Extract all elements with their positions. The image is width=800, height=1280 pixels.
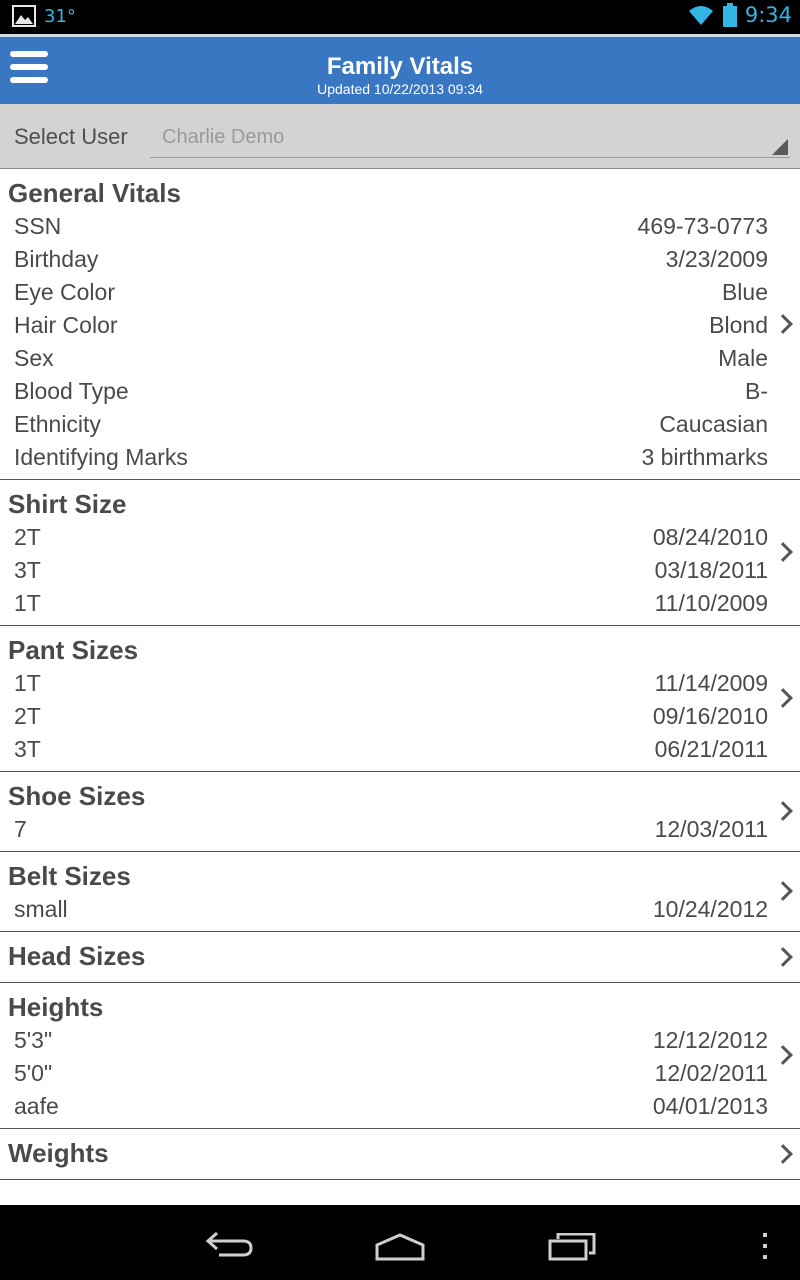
- vitals-row: Blood Type B-: [0, 375, 800, 408]
- vitals-row: 5'3" 12/12/2012: [0, 1024, 800, 1057]
- row-value: 11/14/2009: [654, 670, 768, 696]
- vitals-row: Eye Color Blue: [0, 276, 800, 309]
- overflow-menu-icon[interactable]: [760, 1233, 770, 1261]
- row-label: 1T: [14, 590, 41, 616]
- vitals-section[interactable]: Shoe Sizes 7 12/03/2011: [0, 772, 800, 852]
- vitals-row: 1T 11/14/2009: [0, 667, 800, 700]
- section-title: Belt Sizes: [8, 861, 131, 891]
- status-left: 31°: [12, 5, 76, 27]
- row-label: 3T: [14, 557, 41, 583]
- row-label: Blood Type: [14, 378, 129, 404]
- status-bar: 31° 9:34: [0, 0, 800, 34]
- section-title: Shirt Size: [8, 489, 127, 519]
- vitals-row: 5'0" 12/02/2011: [0, 1057, 800, 1090]
- section-title: General Vitals: [8, 178, 181, 208]
- vitals-row: Ethnicity Caucasian: [0, 408, 800, 441]
- row-label: Sex: [14, 345, 54, 371]
- section-title: Weights: [8, 1138, 109, 1168]
- vitals-row: Identifying Marks 3 birthmarks: [0, 441, 800, 474]
- section-title: Shoe Sizes: [8, 781, 146, 811]
- title-block: Family Vitals Updated 10/22/2013 09:34: [0, 53, 800, 97]
- vitals-section[interactable]: Belt Sizes small 10/24/2012: [0, 852, 800, 932]
- row-value: 12/02/2011: [654, 1060, 768, 1086]
- section-title: Heights: [8, 992, 104, 1022]
- row-label: 7: [14, 816, 27, 842]
- row-label: Ethnicity: [14, 411, 101, 437]
- row-label: Identifying Marks: [14, 444, 188, 470]
- row-label: 2T: [14, 703, 41, 729]
- row-value: B-: [745, 378, 768, 404]
- recents-icon[interactable]: [548, 1233, 596, 1261]
- home-icon[interactable]: [374, 1233, 426, 1261]
- vitals-section[interactable]: Shirt Size 2T 08/24/2010 3T 03/18/2011 1T 11/1…: [0, 480, 800, 626]
- section-title: Head Sizes: [8, 941, 146, 971]
- battery-icon: [722, 3, 737, 27]
- vitals-row: 1T 11/10/2009: [0, 587, 800, 620]
- row-value: Caucasian: [659, 411, 768, 437]
- select-user-bar: Select User Charlie Demo: [0, 104, 800, 169]
- select-user-label: Select User: [14, 124, 128, 149]
- row-label: Hair Color: [14, 312, 118, 338]
- row-value: 469-73-0773: [637, 213, 768, 239]
- row-label: Birthday: [14, 246, 99, 272]
- user-spinner[interactable]: Charlie Demo: [150, 116, 790, 158]
- spinner-arrow-icon: [772, 139, 788, 155]
- wifi-icon: [688, 6, 713, 25]
- row-value: Male: [718, 345, 768, 371]
- vitals-section[interactable]: General Vitals SSN 469-73-0773 Birthday 3/23…: [0, 169, 800, 480]
- row-value: 10/24/2012: [652, 896, 768, 922]
- row-value: 09/16/2010: [652, 703, 768, 729]
- back-icon[interactable]: [205, 1231, 255, 1257]
- row-label: 5'0": [14, 1060, 53, 1086]
- page-title: Family Vitals: [326, 53, 474, 80]
- vitals-section[interactable]: Head Sizes: [0, 932, 800, 983]
- row-label: aafe: [14, 1093, 59, 1119]
- user-spinner-value: Charlie Demo: [162, 126, 285, 148]
- action-bar: Family Vitals Updated 10/22/2013 09:34: [0, 34, 800, 104]
- row-value: Blue: [721, 279, 768, 305]
- vitals-row: 2T 09/16/2010: [0, 700, 800, 733]
- row-label: Eye Color: [14, 279, 115, 305]
- vitals-row: 3T 03/18/2011: [0, 554, 800, 587]
- status-right: 9:34: [687, 3, 792, 27]
- vitals-row: 7 12/03/2011: [0, 813, 800, 846]
- row-label: 3T: [14, 736, 41, 762]
- page-subtitle: Updated 10/22/2013 09:34: [317, 81, 483, 97]
- row-value: 06/21/2011: [654, 736, 768, 762]
- row-value: 08/24/2010: [652, 524, 768, 550]
- row-label: 1T: [14, 670, 41, 696]
- vitals-row: small 10/24/2012: [0, 893, 800, 926]
- row-label: 5'3": [14, 1027, 53, 1053]
- vitals-row: Birthday 3/23/2009: [0, 243, 800, 276]
- row-value: 11/10/2009: [654, 590, 768, 616]
- vitals-row: aafe 04/01/2013: [0, 1090, 800, 1123]
- gallery-notification-icon: [12, 5, 36, 27]
- vitals-row: 3T 06/21/2011: [0, 733, 800, 766]
- row-label: SSN: [14, 213, 62, 239]
- vitals-row: Sex Male: [0, 342, 800, 375]
- clock-text: 9:34: [744, 3, 792, 27]
- row-label: small: [14, 896, 68, 922]
- row-label: 2T: [14, 524, 41, 550]
- vitals-section[interactable]: Heights 5'3" 12/12/2012 5'0" 12/02/2011 aafe 0…: [0, 983, 800, 1129]
- vitals-list: General Vitals SSN 469-73-0773 Birthday 3/23…: [0, 169, 800, 1205]
- vitals-section[interactable]: Weights: [0, 1129, 800, 1180]
- row-value: 03/18/2011: [654, 557, 768, 583]
- vitals-section[interactable]: Pant Sizes 1T 11/14/2009 2T 09/16/2010 3T 06/2…: [0, 626, 800, 772]
- row-value: 04/01/2013: [652, 1093, 768, 1119]
- temperature-text: 31°: [44, 5, 76, 27]
- row-value: 12/12/2012: [652, 1027, 768, 1053]
- vitals-row: 2T 08/24/2010: [0, 521, 800, 554]
- vitals-row: Hair Color Blond: [0, 309, 800, 342]
- row-value: 3/23/2009: [665, 246, 768, 272]
- row-value: Blond: [709, 312, 768, 338]
- row-value: 3 birthmarks: [641, 444, 768, 470]
- vitals-row: SSN 469-73-0773: [0, 210, 800, 243]
- section-title: Pant Sizes: [8, 635, 139, 665]
- navigation-bar: [0, 1205, 800, 1280]
- row-value: 12/03/2011: [654, 816, 768, 842]
